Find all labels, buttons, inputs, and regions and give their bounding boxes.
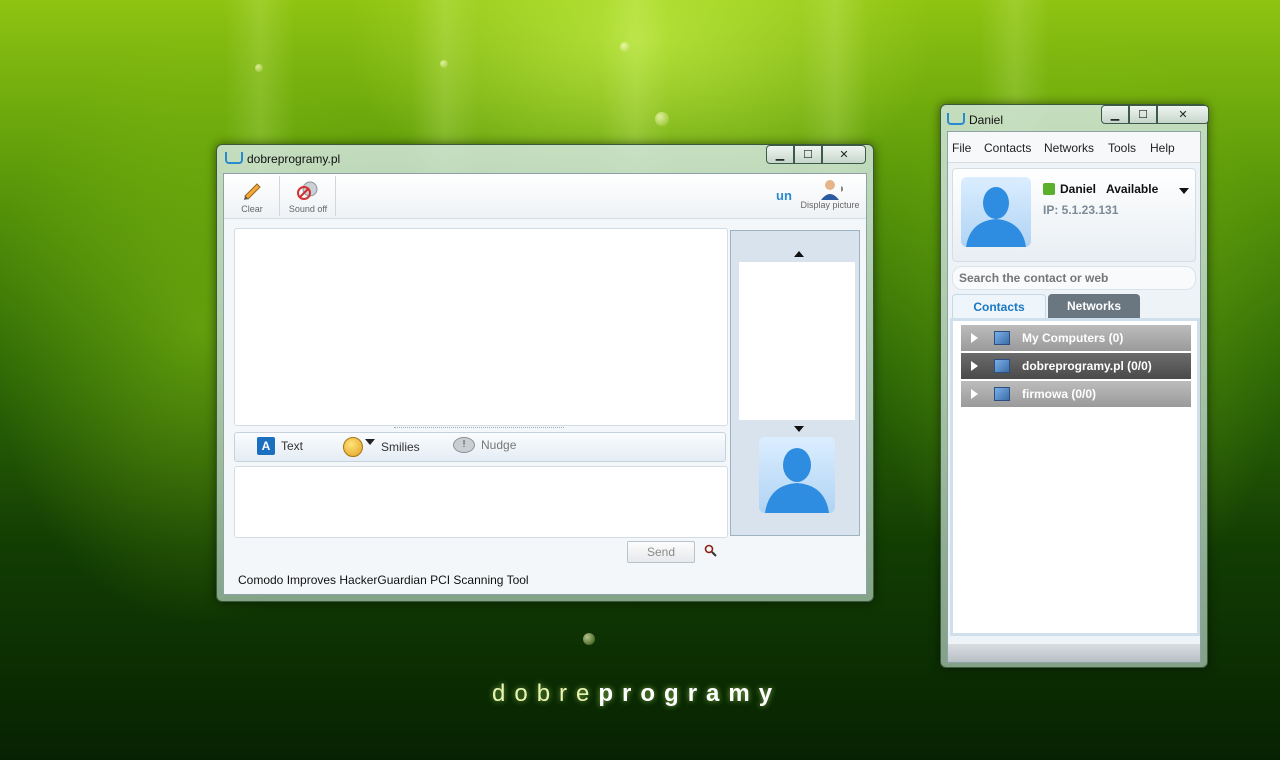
background-bubble [440, 60, 448, 68]
group-label: My Computers (0) [1022, 331, 1124, 345]
search-icon[interactable] [704, 544, 718, 558]
background-bubble [255, 64, 263, 72]
pencil-icon [244, 183, 261, 200]
un-logo-icon: un [776, 188, 792, 203]
smilies-button[interactable]: Smilies [343, 437, 420, 457]
display-picture-button[interactable]: Display picture [796, 178, 864, 216]
sound-off-button[interactable]: Sound off [282, 176, 334, 216]
background-bubble [655, 112, 669, 126]
group-list: My Computers (0) dobreprogramy.pl (0/0) … [950, 318, 1200, 636]
nudge-label: Nudge [481, 438, 517, 452]
app-icon [225, 152, 243, 164]
profile-card: Daniel Available IP: 5.1.23.131 [952, 168, 1196, 262]
menu-help[interactable]: Help [1150, 141, 1175, 155]
contact-list-window: Daniel ▁ ☐ ✕ File Contacts Networks Tool… [940, 104, 1209, 668]
clear-button[interactable]: Clear [226, 176, 278, 216]
minimize-button[interactable]: ▁ [1101, 105, 1129, 124]
contact-titlebar[interactable]: Daniel ▁ ☐ ✕ [941, 105, 1209, 131]
user-icon [821, 180, 845, 200]
nudge-button[interactable]: ! Nudge [453, 437, 516, 453]
bottom-bar [948, 644, 1200, 662]
background-bubble [583, 633, 595, 645]
computers-icon [994, 359, 1010, 373]
toolbar-divider [279, 176, 280, 216]
group-dobreprogramy[interactable]: dobreprogramy.pl (0/0) [961, 353, 1191, 379]
tab-networks[interactable]: Networks [1048, 294, 1140, 318]
smiley-icon [343, 437, 363, 457]
desktop-brand: dobreprogramy [492, 680, 782, 707]
close-button[interactable]: ✕ [822, 145, 866, 164]
user-ip: IP: 5.1.23.131 [1043, 203, 1119, 217]
close-button[interactable]: ✕ [1157, 105, 1209, 124]
chat-body: Clear Sound off un Display picture A Tex… [223, 173, 867, 595]
text-format-label: Text [281, 439, 304, 453]
smilies-label: Smilies [381, 440, 420, 454]
status-dropdown-icon[interactable] [1179, 188, 1189, 194]
computers-icon [994, 331, 1010, 345]
news-ticker[interactable]: Comodo Improves HackerGuardian PCI Scann… [238, 573, 529, 587]
sound-off-icon [297, 181, 318, 200]
maximize-button[interactable]: ☐ [1129, 105, 1157, 124]
chat-window: dobreprogramy.pl ▁ ☐ ✕ Clear Sound off u… [216, 144, 874, 602]
message-history[interactable] [234, 228, 728, 426]
menu-tools[interactable]: Tools [1108, 141, 1136, 155]
maximize-button[interactable]: ☐ [794, 145, 822, 164]
chat-titlebar[interactable]: dobreprogramy.pl ▁ ☐ ✕ [217, 145, 873, 171]
app-icon [947, 113, 965, 125]
search-input[interactable] [952, 266, 1196, 290]
sound-off-label: Sound off [288, 204, 328, 214]
menu-bar: File Contacts Networks Tools Help [948, 132, 1200, 163]
group-my-computers[interactable]: My Computers (0) [961, 325, 1191, 351]
contact-window-title: Daniel [947, 113, 1003, 127]
chevron-down-icon [365, 439, 375, 445]
menu-networks[interactable]: Networks [1044, 141, 1094, 155]
expand-arrow-icon[interactable] [971, 333, 978, 343]
menu-contacts[interactable]: Contacts [984, 141, 1031, 155]
user-status[interactable]: Available [1106, 182, 1158, 196]
display-picture-label: Display picture [800, 200, 860, 210]
contact-avatar [759, 437, 835, 513]
expand-arrow-icon[interactable] [971, 361, 978, 371]
my-avatar[interactable] [961, 177, 1031, 247]
clear-label: Clear [241, 204, 263, 214]
tab-contacts[interactable]: Contacts [952, 294, 1046, 319]
menu-file[interactable]: File [952, 141, 971, 155]
participant-list[interactable] [739, 262, 855, 420]
minimize-button[interactable]: ▁ [766, 145, 794, 164]
group-firmowa[interactable]: firmowa (0/0) [961, 381, 1191, 407]
user-name: Daniel [1060, 182, 1097, 196]
toolbar-divider [335, 176, 336, 216]
text-icon: A [257, 437, 275, 455]
splitter-handle[interactable] [394, 427, 564, 431]
scroll-up-icon[interactable] [794, 251, 804, 257]
computers-icon [994, 387, 1010, 401]
background-bubble [620, 42, 630, 52]
nudge-icon: ! [453, 437, 475, 453]
contact-side-panel [730, 230, 860, 536]
send-button[interactable]: Send [627, 541, 695, 563]
user-silhouette-icon [765, 448, 829, 513]
group-label: dobreprogramy.pl (0/0) [1022, 359, 1152, 373]
user-silhouette-icon [966, 187, 1026, 247]
scroll-down-icon[interactable] [794, 426, 804, 432]
chat-toolbar: Clear Sound off un Display picture [224, 174, 866, 219]
message-input[interactable] [234, 466, 728, 538]
expand-arrow-icon[interactable] [971, 389, 978, 399]
group-label: firmowa (0/0) [1022, 387, 1097, 401]
status-icon [1043, 183, 1055, 195]
chat-window-title: dobreprogramy.pl [225, 152, 340, 166]
text-format-button[interactable]: A Text [257, 437, 303, 455]
format-bar: A Text Smilies ! Nudge [234, 432, 726, 462]
contact-body: File Contacts Networks Tools Help Daniel… [947, 131, 1201, 663]
